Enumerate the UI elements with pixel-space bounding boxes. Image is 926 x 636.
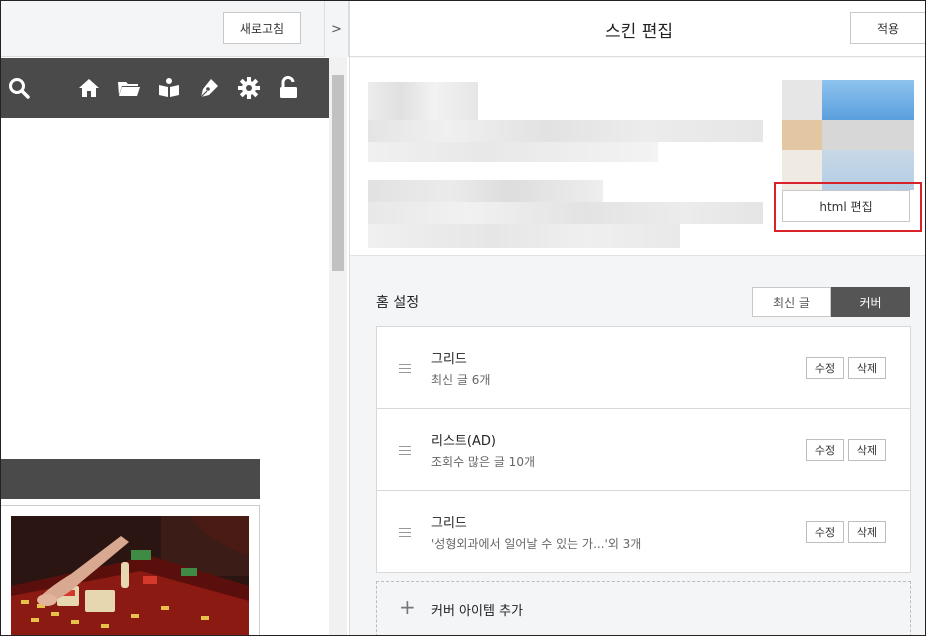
plus-icon: + (399, 595, 416, 619)
refresh-button[interactable]: 새로고침 (223, 12, 301, 44)
edit-button[interactable]: 수정 (806, 439, 844, 461)
unlock-icon[interactable] (277, 76, 301, 100)
home-mode-toggle: 최신 글 커버 (752, 287, 910, 317)
home-icon[interactable] (77, 76, 101, 100)
cover-item-list: 그리드 최신 글 6개 수정 삭제 리스트(AD) 조회수 많은 글 10개 수… (376, 326, 911, 573)
preview-header: 새로고침 (1, 1, 329, 57)
edit-button[interactable]: 수정 (806, 521, 844, 543)
skin-editor-window: 새로고침 > 스킨 편집 적용 html 편집 홈 설정 최신 글 커버 그리드… (0, 0, 926, 636)
pen-icon[interactable] (197, 76, 221, 100)
search-icon[interactable] (7, 76, 31, 100)
gear-icon[interactable] (237, 76, 261, 100)
drag-handle-icon[interactable] (399, 446, 411, 455)
page-title: 스킨 편집 (605, 21, 673, 42)
cover-item-title: 그리드 (431, 516, 467, 531)
editor-pane: 스킨 편집 적용 html 편집 홈 설정 최신 글 커버 그리드 최신 글 6… (349, 1, 925, 635)
folder-icon[interactable] (117, 76, 141, 100)
apply-button[interactable]: 적용 (850, 12, 925, 44)
preview-post-card[interactable] (1, 505, 260, 635)
add-cover-item-button[interactable]: + 커버 아이템 추가 (376, 581, 911, 635)
cover-item: 그리드 최신 글 6개 수정 삭제 (376, 326, 911, 409)
cover-item-subtitle: 조회수 많은 글 10개 (431, 455, 535, 469)
preview-scrollbar-thumb[interactable] (332, 75, 344, 271)
preview-section-bar (1, 459, 260, 499)
cover-item: 리스트(AD) 조회수 많은 글 10개 수정 삭제 (376, 408, 911, 491)
drag-handle-icon[interactable] (399, 528, 411, 537)
drag-handle-icon[interactable] (399, 364, 411, 373)
highlight-box (774, 182, 922, 232)
tab-cover[interactable]: 커버 (831, 287, 910, 317)
delete-button[interactable]: 삭제 (848, 521, 886, 543)
cover-item-title: 그리드 (431, 352, 467, 367)
edit-button[interactable]: 수정 (806, 357, 844, 379)
cover-item-subtitle: 최신 글 6개 (431, 373, 491, 387)
cover-item: 그리드 '성형외과에서 일어날 수 있는 가...'외 3개 수정 삭제 (376, 490, 911, 573)
preview-toolbar (1, 58, 329, 118)
collapse-preview-button[interactable]: > (324, 1, 349, 57)
delete-button[interactable]: 삭제 (848, 357, 886, 379)
preview-pane: 새로고침 (1, 1, 329, 635)
home-settings-label: 홈 설정 (376, 295, 420, 311)
reader-icon[interactable] (157, 76, 181, 100)
cover-item-subtitle: '성형외과에서 일어날 수 있는 가...'외 3개 (431, 537, 642, 551)
tab-latest-posts[interactable]: 최신 글 (752, 287, 831, 317)
editor-header: 스킨 편집 적용 (350, 1, 925, 57)
skin-info-panel: html 편집 (350, 58, 925, 256)
add-cover-item-label: 커버 아이템 추가 (431, 604, 523, 619)
post-thumbnail-image (11, 516, 249, 635)
delete-button[interactable]: 삭제 (848, 439, 886, 461)
cover-item-title: 리스트(AD) (431, 434, 496, 449)
